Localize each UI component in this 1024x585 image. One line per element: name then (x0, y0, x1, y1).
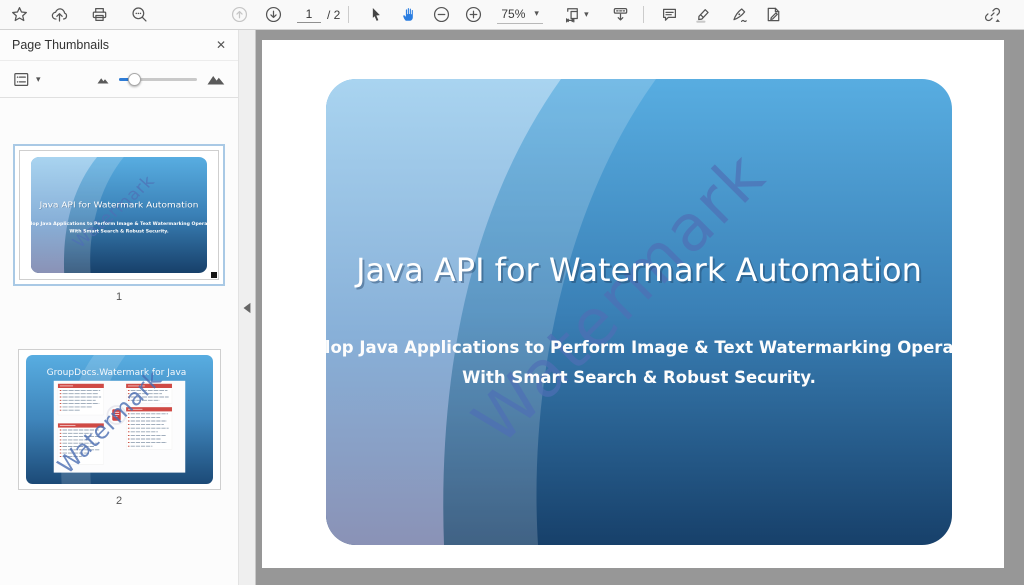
favorite-star-button[interactable] (5, 3, 33, 27)
fit-width-button[interactable]: ▾ (557, 3, 595, 27)
star-icon (10, 5, 29, 24)
highlighter-icon (694, 5, 713, 24)
zoom-level-value: 75% (501, 7, 525, 21)
panel-controls: ▾ (0, 61, 238, 98)
highlight-tool-button[interactable] (690, 3, 718, 27)
cursor-arrow-icon (366, 5, 385, 24)
chevron-down-icon: ▾ (36, 75, 41, 84)
slide-subtitle-2: With Smart Search & Robust Security. (69, 229, 169, 235)
document-page: Watermark Java API for Watermark Automat… (262, 40, 1004, 568)
arrow-down-circle-icon (264, 5, 283, 24)
list-options-icon (12, 70, 31, 89)
close-panel-button[interactable]: ✕ (216, 38, 226, 52)
toolbar-divider (348, 6, 349, 23)
chevron-down-icon: ▾ (534, 9, 539, 18)
small-mountain-icon (96, 72, 110, 86)
collapse-left-icon: ◀ (244, 299, 251, 316)
share-cloud-button[interactable] (45, 3, 73, 27)
thumbnail-selection-border: Watermark Java API for Watermark Automat… (13, 144, 225, 286)
slide-title: Java API for Watermark Automation (39, 201, 199, 210)
printer-icon (90, 5, 109, 24)
link-icon (983, 5, 1002, 24)
zoom-out-button[interactable] (427, 3, 455, 27)
scrolling-mode-button[interactable] (607, 3, 635, 27)
fill-sign-button[interactable] (760, 3, 788, 27)
plus-circle-icon (464, 5, 483, 24)
thumbnail-options-button[interactable]: ▾ (12, 70, 41, 89)
slider-handle[interactable] (128, 73, 141, 86)
page-thumbnail-2[interactable]: GroupDocs.Watermark for Java (18, 349, 221, 507)
slide-1-canvas: Watermark Java API for Watermark Automat… (326, 79, 952, 545)
panel-header: Page Thumbnails ✕ (0, 30, 238, 61)
thumbnail-list: Watermark Java API for Watermark Automat… (0, 98, 238, 585)
hand-tool-button[interactable] (395, 3, 423, 27)
pdf-viewer-window: / 2 75% ▾ ▾ (0, 0, 1024, 585)
content-area: Page Thumbnails ✕ ▾ (0, 30, 1024, 585)
panel-title: Page Thumbnails (12, 38, 109, 52)
thumbnail-label-2: 2 (116, 495, 122, 507)
thumbnails-panel: Page Thumbnails ✕ ▾ (0, 30, 238, 585)
zoom-in-button[interactable] (459, 3, 487, 27)
sign-tool-button[interactable] (726, 3, 754, 27)
arrow-up-circle-icon (230, 5, 249, 24)
feature-box-top-left (57, 384, 103, 415)
slide-subtitle-1: Develop Java Applications to Perform Ima… (31, 221, 207, 227)
document-viewer: Watermark Java API for Watermark Automat… (256, 30, 1024, 585)
share-link-button[interactable] (978, 3, 1006, 27)
thumbnail-label-1: 1 (116, 291, 122, 303)
find-button[interactable] (125, 3, 153, 27)
select-tool-button[interactable] (361, 3, 389, 27)
thumbnail-page-1: Watermark Java API for Watermark Automat… (19, 150, 219, 280)
large-mountain-icon (206, 70, 226, 88)
slide-1-thumbnail-art: Watermark Java API for Watermark Automat… (31, 157, 207, 273)
search-icon (130, 5, 149, 24)
zoom-level-select[interactable]: 75% ▾ (497, 6, 543, 24)
next-page-button[interactable] (259, 3, 287, 27)
chevron-down-icon: ▾ (584, 10, 589, 19)
fountain-pen-icon (730, 5, 749, 24)
slide-2-thumbnail-art: GroupDocs.Watermark for Java (26, 355, 213, 484)
fit-width-icon (563, 5, 582, 24)
slide-subtitle-1: Develop Java Applications to Perform Ima… (326, 338, 952, 357)
cloud-upload-icon (50, 5, 69, 24)
hand-icon (400, 5, 419, 24)
page-pen-icon (764, 5, 783, 24)
slide2-title: GroupDocs.Watermark for Java (46, 368, 186, 378)
slide-subtitle-2: With Smart Search & Robust Security. (462, 368, 816, 387)
print-button[interactable] (85, 3, 113, 27)
page-number-input[interactable] (297, 7, 321, 23)
slide-title: Java API for Watermark Automation (354, 251, 922, 289)
thumbnail-page-2: GroupDocs.Watermark for Java (18, 349, 221, 490)
main-toolbar: / 2 75% ▾ ▾ (0, 0, 1024, 30)
minus-circle-icon (432, 5, 451, 24)
thumbnail-size-controls (96, 70, 226, 88)
page-count-label: / 2 (327, 8, 340, 22)
toolbar-divider (643, 6, 644, 23)
comment-tool-button[interactable] (656, 3, 684, 27)
previous-page-button[interactable] (225, 3, 253, 27)
sidebar-collapse-handle[interactable]: ◀ (238, 30, 256, 585)
thumbnail-corner-marker (211, 272, 217, 278)
thumbnail-size-slider[interactable] (119, 78, 197, 81)
comment-bubble-icon (660, 5, 679, 24)
toolbar-down-arrow-icon (611, 5, 630, 24)
page-thumbnail-1[interactable]: Watermark Java API for Watermark Automat… (13, 144, 225, 303)
